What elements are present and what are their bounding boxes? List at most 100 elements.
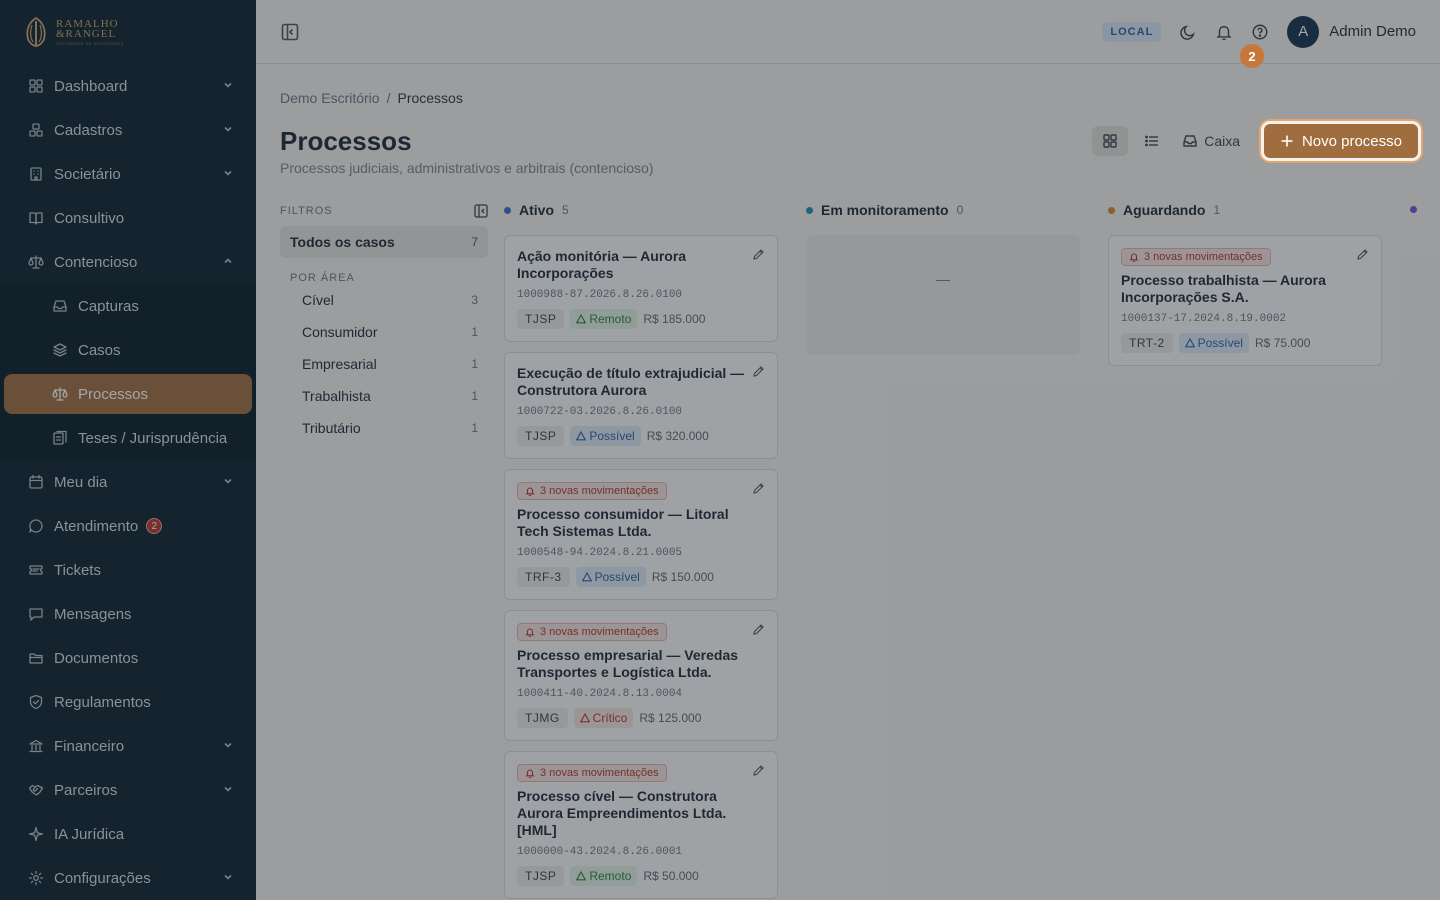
- edit-icon[interactable]: [752, 482, 765, 495]
- collapse-panel-icon[interactable]: [474, 204, 488, 218]
- case-value: R$ 320.000: [646, 429, 709, 443]
- process-card[interactable]: 3 novas movimentações Processo cível — Co…: [504, 751, 778, 899]
- sidebar-item-teses-jurisprudencia[interactable]: Teses / Jurisprudência: [0, 416, 256, 460]
- area-filter-list: Cível 3 Consumidor 1 Empresarial 1 Trabalhista…: [280, 284, 488, 444]
- process-number: 1000988-87.2026.8.26.0100: [517, 289, 683, 301]
- edit-icon[interactable]: [752, 248, 765, 261]
- page-title: Processos: [280, 126, 412, 156]
- sidebar-item-icon-wrap: [28, 474, 44, 490]
- case-value: R$ 75.000: [1254, 336, 1311, 350]
- sidebar-item-dashboard[interactable]: Dashboard: [0, 64, 256, 108]
- brand-line-1: RAMALHO: [56, 17, 119, 30]
- sidebar-item-ia-juridica[interactable]: IA Jurídica: [0, 812, 256, 856]
- kanban-column-aguardando: Aguardando 1 3 novas movimentações Processo…: [1108, 202, 1382, 366]
- sidebar-item-label: Teses / Jurisprudência: [78, 429, 228, 447]
- edit-icon[interactable]: [1356, 248, 1369, 261]
- card-tags: TJSP Possível R$ 320.000: [517, 426, 765, 446]
- process-card[interactable]: 3 novas movimentações Processo trabalhist…: [1108, 235, 1382, 366]
- process-card[interactable]: 3 novas movimentações Processo consumidor…: [504, 469, 778, 600]
- filter-area-tributario[interactable]: Tributário 1: [280, 412, 488, 444]
- bell-icon: [525, 487, 535, 496]
- sidebar-item-configuracoes[interactable]: Configurações: [0, 856, 256, 900]
- filter-area-consumidor[interactable]: Consumidor 1: [280, 316, 488, 348]
- help-icon[interactable]: [1251, 23, 1269, 41]
- kanban-view-button[interactable]: [1092, 126, 1129, 156]
- sidebar-item-icon-wrap: [28, 870, 44, 886]
- risk-label: Possível: [594, 570, 640, 584]
- grid-icon: [1103, 134, 1117, 148]
- user-name[interactable]: Admin Demo: [1329, 23, 1416, 40]
- sidebar-item-tickets[interactable]: Tickets: [0, 548, 256, 592]
- filter-area-trabalhista[interactable]: Trabalhista 1: [280, 380, 488, 412]
- case-value: R$ 50.000: [643, 869, 699, 883]
- sidebar-item-atendimento[interactable]: Atendimento 2: [0, 504, 256, 548]
- sidebar-item-icon-wrap: [52, 386, 68, 402]
- sidebar-item-label: Meu dia: [54, 473, 108, 491]
- sidebar-item-processos[interactable]: Processos: [4, 374, 252, 414]
- bell-icon[interactable]: [1215, 23, 1233, 41]
- sidebar-item-meu-dia[interactable]: Meu dia: [0, 460, 256, 504]
- court-tag: TJSP: [517, 426, 565, 446]
- bell-icon: [525, 769, 535, 778]
- risk-tag: Possível: [570, 426, 641, 446]
- sidebar-item-parceiros[interactable]: Parceiros: [0, 768, 256, 812]
- risk-label: Possível: [589, 429, 635, 443]
- filter-area-civel[interactable]: Cível 3: [280, 284, 488, 316]
- avatar[interactable]: A: [1287, 15, 1320, 48]
- breadcrumb-root[interactable]: Demo Escritório: [280, 90, 380, 106]
- column-title: Ativo: [519, 202, 554, 218]
- sidebar-item-capturas[interactable]: Capturas: [0, 284, 256, 328]
- new-process-button[interactable]: Novo processo: [1263, 124, 1418, 158]
- building-icon: [30, 167, 42, 181]
- caixa-button[interactable]: Caixa: [1182, 133, 1240, 149]
- scale-icon: [52, 387, 68, 401]
- sidebar-item-label: Societário: [54, 165, 121, 183]
- sidebar-item-financeiro[interactable]: Financeiro: [0, 724, 256, 768]
- breadcrumb-current: Processos: [397, 90, 463, 106]
- brand-line-3: SOCIEDADE DE ADVOGADOS: [56, 40, 124, 46]
- sidebar-item-documentos[interactable]: Documentos: [0, 636, 256, 680]
- sidebar-toggle-icon[interactable]: [280, 22, 300, 42]
- edit-icon[interactable]: [752, 764, 765, 777]
- card-title: Processo trabalhista — Aurora Incorporaç…: [1121, 272, 1326, 305]
- list-view-button[interactable]: [1134, 126, 1170, 156]
- process-number: 1000411-40.2024.8.13.0004: [517, 688, 683, 700]
- brand-logo[interactable]: RAMALHO &RANGEL SOCIEDADE DE ADVOGADOS: [0, 0, 256, 64]
- sidebar-item-icon-wrap: [28, 606, 44, 622]
- filters-header: FILTROS: [280, 204, 488, 218]
- process-card[interactable]: Ação monitória — Aurora Incorporações 100…: [504, 235, 778, 342]
- moon-icon[interactable]: [1179, 23, 1197, 41]
- filter-all-cases[interactable]: Todos os casos 7: [280, 226, 488, 258]
- process-card[interactable]: Execução de título extrajudicial — Const…: [504, 352, 778, 459]
- sidebar-item-societario[interactable]: Societário: [0, 152, 256, 196]
- sidebar-item-regulamentos[interactable]: Regulamentos: [0, 680, 256, 724]
- edit-icon[interactable]: [752, 365, 765, 378]
- sidebar-item-icon-wrap: [28, 650, 44, 666]
- sidebar-item-consultivo[interactable]: Consultivo: [0, 196, 256, 240]
- sidebar-item-casos[interactable]: Casos: [0, 328, 256, 372]
- process-number: 1000137-17.2024.8.19.0002: [1121, 313, 1287, 325]
- sidebar-item-label: Configurações: [54, 869, 151, 887]
- environment-badge: LOCAL: [1102, 21, 1162, 42]
- library-icon: [53, 430, 67, 445]
- sidebar-item-mensagens[interactable]: Mensagens: [0, 592, 256, 636]
- gear-icon: [28, 870, 44, 886]
- plus-icon: [1281, 135, 1293, 147]
- risk-tag: Crítico: [573, 708, 634, 728]
- process-card[interactable]: 3 novas movimentações Processo empresaria…: [504, 610, 778, 741]
- filter-area-count: 1: [471, 421, 478, 435]
- status-dot: [504, 206, 511, 214]
- risk-tag: Remoto: [570, 309, 638, 329]
- sidebar-item-label: Mensagens: [54, 605, 132, 623]
- edit-icon[interactable]: [752, 623, 765, 636]
- sidebar-item-contencioso[interactable]: Contencioso: [0, 240, 256, 284]
- sidebar-item-cadastros[interactable]: Cadastros: [0, 108, 256, 152]
- card-tags: TJSP Remoto R$ 185.000: [517, 309, 765, 329]
- shield-icon: [29, 694, 43, 710]
- filters-title: FILTROS: [280, 205, 333, 217]
- sidebar-item-icon-wrap: [28, 122, 44, 138]
- card-title: Processo consumidor — Litoral Tech Siste…: [517, 506, 729, 539]
- filter-area-empresarial[interactable]: Empresarial 1: [280, 348, 488, 380]
- sidebar-item-icon-wrap: [28, 826, 44, 842]
- column-count: 5: [562, 203, 569, 217]
